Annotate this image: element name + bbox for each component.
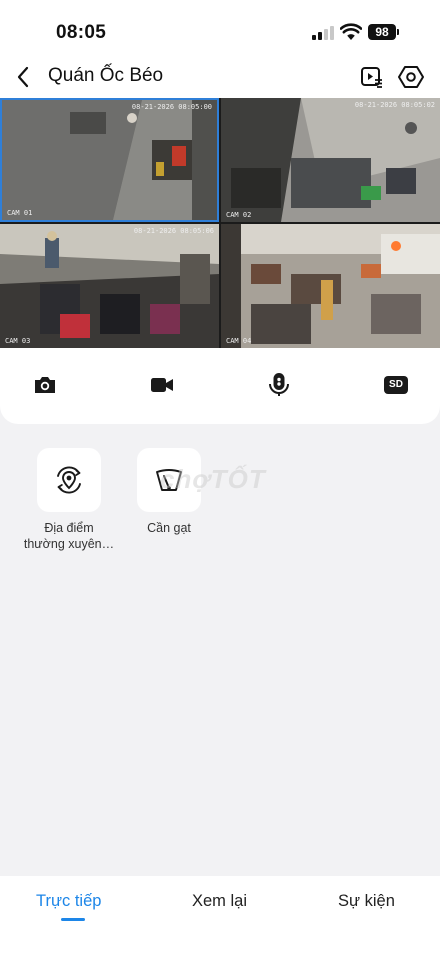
camera-feed-2[interactable]: 08-21-2026 08:05:02 CAM 02 <box>221 98 440 222</box>
tab-events[interactable]: Sự kiện <box>338 892 395 911</box>
camera-feed-3[interactable]: 08-21-2026 08:05:06 CAM 03 <box>0 224 219 348</box>
camera-label: CAM 02 <box>226 211 252 219</box>
active-tab-indicator <box>61 918 85 921</box>
camera-feed-1[interactable]: 08-21-2026 08:05:00 CAM 01 <box>0 98 219 222</box>
shortcut-tile[interactable] <box>37 448 101 512</box>
record-button[interactable] <box>145 370 179 400</box>
play-list-icon <box>361 67 382 88</box>
talk-button[interactable] <box>262 370 296 400</box>
nav-bar: Quán Ốc Béo <box>0 56 440 98</box>
settings-hexagon-icon <box>398 66 424 88</box>
camera-feed-4[interactable]: CAM 04 <box>221 224 440 348</box>
camera-image-alley <box>0 224 219 348</box>
location-rotate-icon <box>57 466 81 494</box>
back-button[interactable] <box>8 60 38 94</box>
camera-icon <box>35 377 55 393</box>
camera-timestamp: 08-21-2026 08:05:06 <box>133 227 214 235</box>
status-bar: 08:05 98 <box>0 0 440 56</box>
camera-label: CAM 01 <box>7 209 33 217</box>
watermark: chợTỐT <box>160 464 266 494</box>
camera-image-parking <box>221 98 440 222</box>
camera-timestamp: 08-21-2026 08:05:00 <box>131 103 212 111</box>
shortcut-label: Cần gạt <box>147 521 191 535</box>
sd-badge: SD <box>384 376 408 394</box>
wifi-icon <box>340 23 362 40</box>
shortcut-label: Địa điểm thường xuyên… <box>23 521 115 551</box>
camera-image-restaurant <box>221 224 440 348</box>
video-camera-icon <box>151 378 173 392</box>
control-bar: SD <box>0 348 440 424</box>
playlist-button[interactable] <box>357 62 387 92</box>
page-title: Quán Ốc Béo <box>48 65 164 86</box>
cellular-signal-icon <box>312 26 336 40</box>
sd-quality-button[interactable]: SD <box>379 370 413 400</box>
status-time: 08:05 <box>56 22 107 43</box>
camera-grid: 08-21-2026 08:05:00 CAM 01 08-21-2026 08… <box>0 98 440 348</box>
chevron-left-icon <box>17 66 29 88</box>
tab-playback[interactable]: Xem lại <box>192 892 247 911</box>
snapshot-button[interactable] <box>28 370 62 400</box>
microphone-icon <box>269 373 289 396</box>
camera-label: CAM 04 <box>226 337 252 345</box>
tab-live[interactable]: Trực tiếp <box>36 892 101 911</box>
shortcut-frequent-location[interactable]: Địa điểm thường xuyên… <box>23 448 115 552</box>
settings-button[interactable] <box>396 62 426 92</box>
battery-indicator: 98 <box>368 24 399 40</box>
camera-timestamp: 08-21-2026 08:05:02 <box>354 101 435 109</box>
camera-label: CAM 03 <box>5 337 31 345</box>
camera-image-street <box>2 100 217 220</box>
bottom-tab-bar: Trực tiếp Xem lại Sự kiện <box>0 876 440 960</box>
